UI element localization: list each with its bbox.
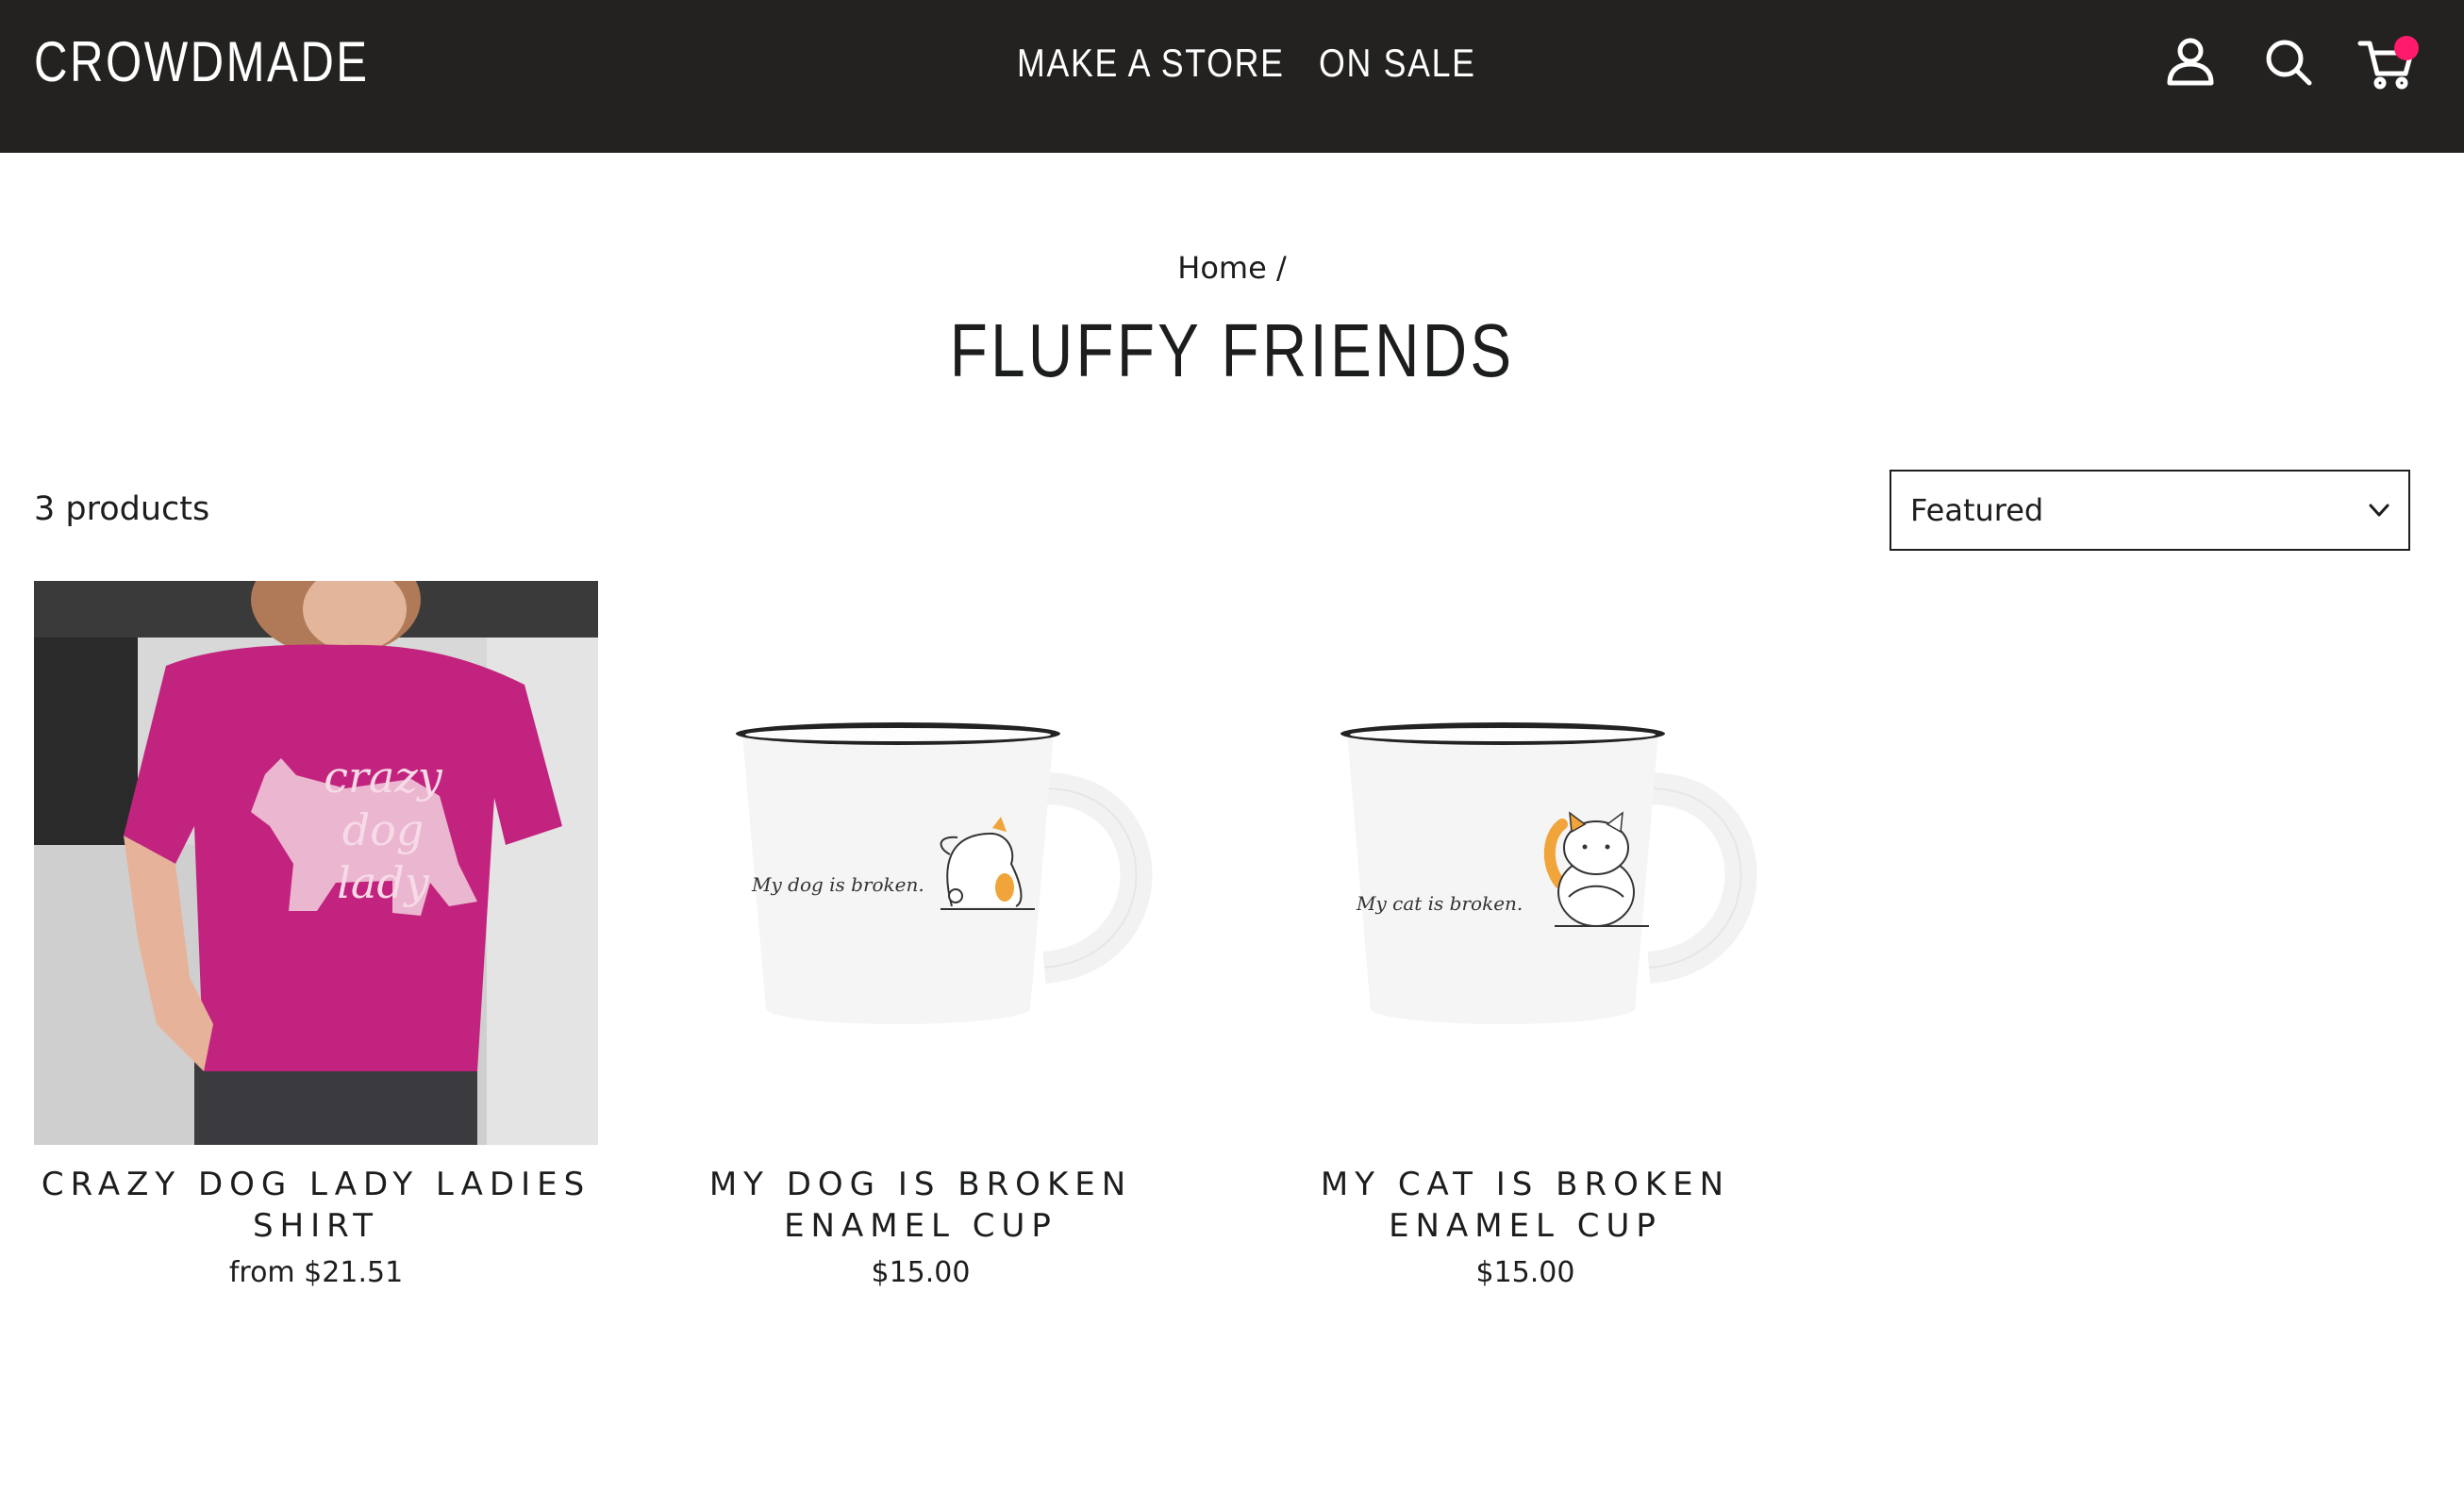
- shirt-print-text: crazy dog lady: [324, 752, 442, 908]
- product-price: $15.00: [1475, 1256, 1575, 1289]
- page-title: FLUFFY FRIENDS: [0, 304, 2464, 398]
- page-title-text: FLUFFY FRIENDS: [949, 308, 1515, 392]
- sort-selected-value: Featured: [1910, 492, 2044, 528]
- sort-select[interactable]: Featured: [1890, 470, 2410, 551]
- product-title[interactable]: CRAZY DOG LADY LADIES SHIRT: [34, 1164, 598, 1247]
- account-icon[interactable]: [2160, 32, 2221, 92]
- product-card[interactable]: My dog is broken. MY DOG IS BROKEN ENAME…: [639, 581, 1203, 1292]
- breadcrumb-home-link[interactable]: Home: [1177, 250, 1267, 286]
- nav-on-sale[interactable]: ON SALE: [1319, 38, 1476, 89]
- cart-notification-badge: [2394, 36, 2419, 60]
- chevron-down-icon: [2369, 504, 2389, 517]
- site-header: CROWDMADE MAKE A STORE ON SALE: [0, 0, 2464, 153]
- mug-print-text: My cat is broken.: [1357, 892, 1523, 915]
- product-image-dog-mug[interactable]: My dog is broken.: [639, 581, 1203, 1145]
- mug-print-text: My dog is broken.: [752, 873, 924, 896]
- product-price: from $21.51: [228, 1256, 404, 1289]
- breadcrumb: Home /: [0, 247, 2464, 289]
- store-logo[interactable]: CROWDMADE: [34, 25, 370, 100]
- nav-make-a-store[interactable]: MAKE A STORE: [1017, 38, 1283, 89]
- product-image-cat-mug[interactable]: My cat is broken.: [1243, 581, 1807, 1145]
- product-card[interactable]: crazy dog lady CRAZY DOG LADY LADIES SHI…: [34, 581, 598, 1292]
- search-icon[interactable]: [2258, 32, 2319, 92]
- product-title[interactable]: MY DOG IS BROKEN ENAMEL CUP: [639, 1164, 1203, 1247]
- main-nav: MAKE A STORE ON SALE: [1017, 38, 1504, 89]
- product-image-shirt[interactable]: crazy dog lady: [34, 581, 598, 1145]
- product-count: 3 products: [34, 490, 210, 528]
- product-title[interactable]: MY CAT IS BROKEN ENAMEL CUP: [1243, 1164, 1807, 1247]
- product-price: $15.00: [871, 1256, 971, 1289]
- product-card[interactable]: My cat is broken. MY CAT IS BROKEN ENAME…: [1243, 581, 1807, 1292]
- breadcrumb-separator: /: [1275, 250, 1287, 286]
